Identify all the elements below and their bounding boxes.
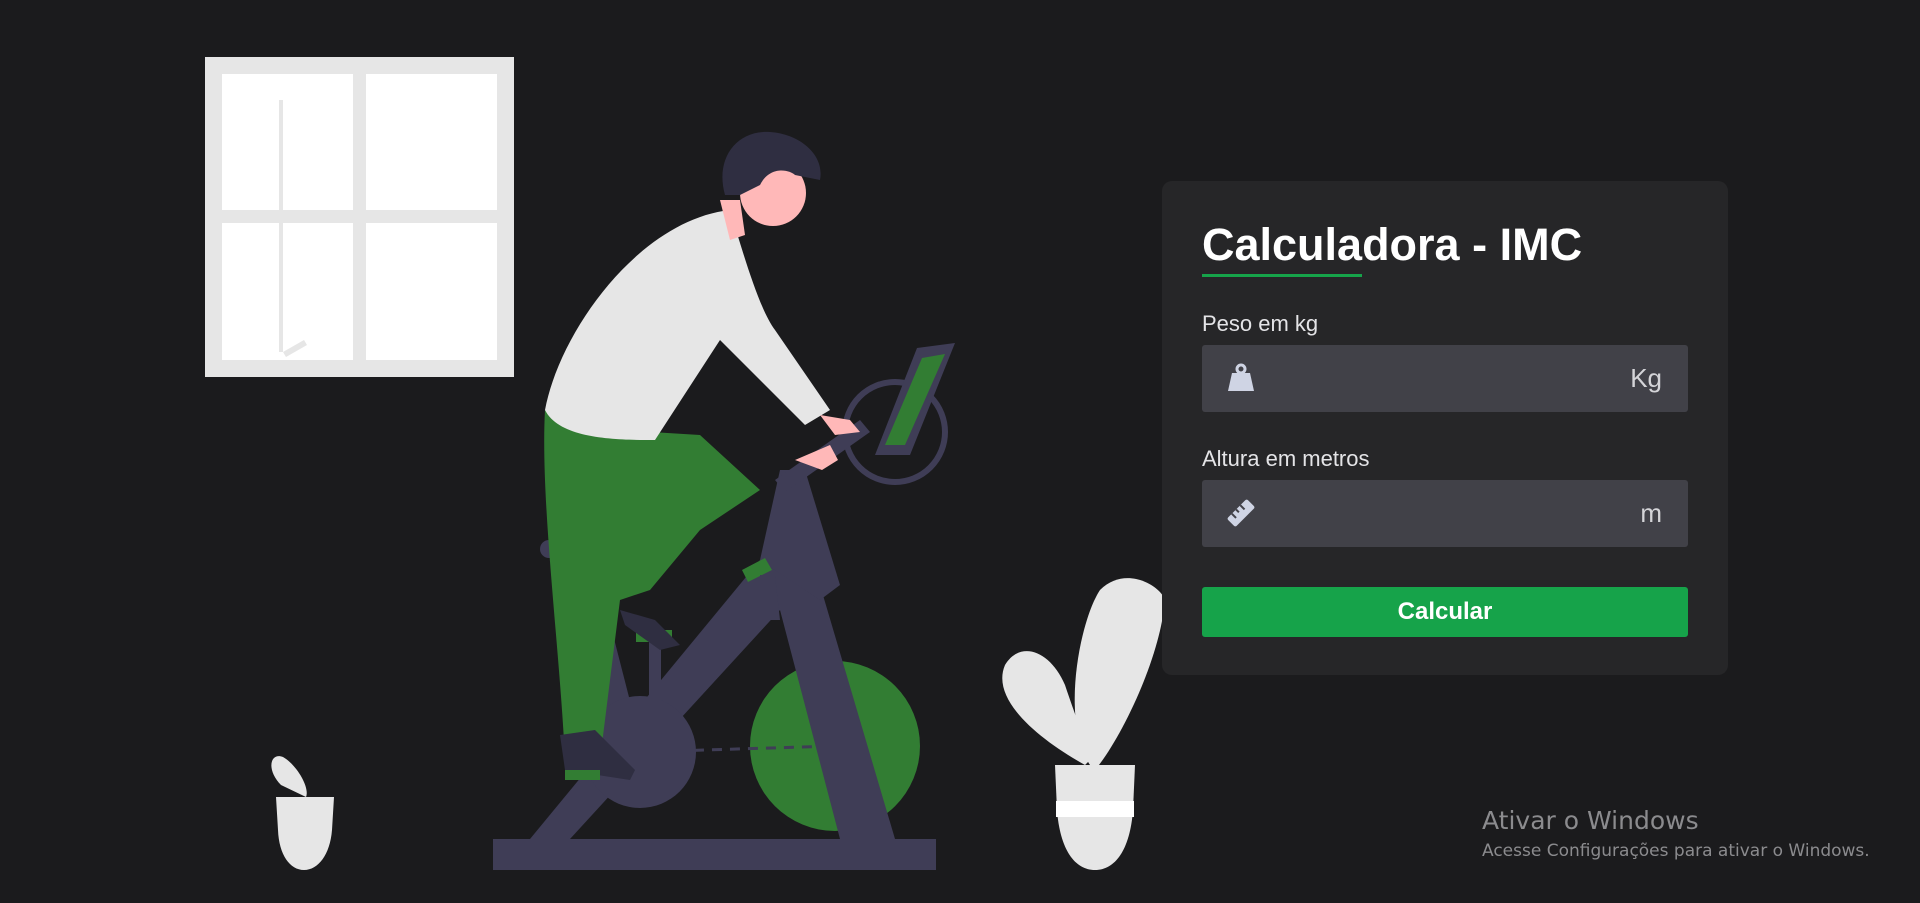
weight-field[interactable]: Kg <box>1202 344 1688 412</box>
height-input[interactable] <box>1258 479 1641 547</box>
watermark-subtitle: Acesse Configurações para ativar o Windo… <box>1482 841 1870 861</box>
big-plant-illustration <box>1002 578 1165 870</box>
height-label: Altura em metros <box>1202 445 1370 471</box>
bmi-calculator-card: Calculadora - IMC Peso em kg Kg Altura e… <box>1162 181 1728 675</box>
watermark-title: Ativar o Windows <box>1482 806 1699 835</box>
page-title: Calculadora - IMC <box>1202 219 1583 277</box>
title-text: Calculadora - IMC <box>1202 219 1583 270</box>
weight-icon <box>1228 363 1254 392</box>
window-illustration <box>205 57 514 377</box>
small-plant-illustration <box>271 756 334 870</box>
calculate-button[interactable]: Calcular <box>1202 586 1688 637</box>
ruler-icon <box>1227 499 1255 527</box>
weight-label: Peso em kg <box>1202 310 1319 336</box>
height-field[interactable]: m <box>1202 479 1688 547</box>
height-unit: m <box>1640 497 1662 528</box>
weight-input[interactable] <box>1258 344 1631 412</box>
title-underline <box>1202 273 1362 277</box>
windows-activation-watermark: Ativar o Windows Acesse Configurações pa… <box>1482 806 1870 861</box>
weight-unit: Kg <box>1630 362 1662 393</box>
